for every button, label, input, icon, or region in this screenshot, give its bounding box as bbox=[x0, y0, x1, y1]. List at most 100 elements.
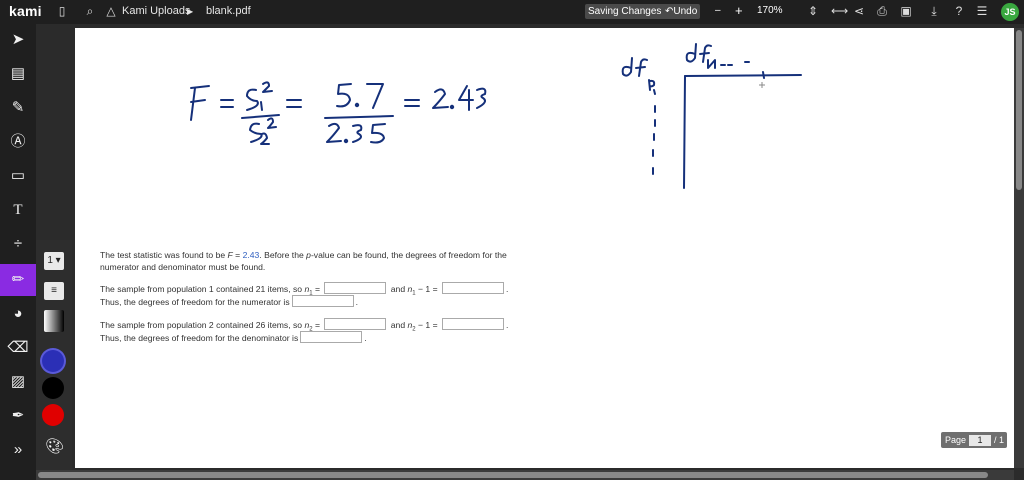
q-text: . bbox=[506, 284, 509, 294]
ink-5b bbox=[370, 123, 386, 144]
q-text: − 1 = bbox=[415, 320, 441, 330]
q-text: and bbox=[388, 320, 408, 330]
ink-df-n bbox=[685, 43, 697, 63]
tool-sidebar: ➤ ▤ ✎ Ⓐ ▭ T ÷ ✏ ◕ ⌫ ▨ ✒ » bbox=[0, 24, 36, 480]
ink-2b bbox=[432, 88, 449, 109]
n2-input[interactable] bbox=[324, 318, 387, 330]
collapse-icon[interactable]: » bbox=[0, 434, 36, 466]
search-icon[interactable]: ⌕ bbox=[83, 4, 97, 18]
share-icon[interactable]: ⋖ bbox=[852, 4, 866, 18]
df-denominator-input[interactable] bbox=[300, 331, 363, 343]
palette-icon[interactable]: 🎨︎ bbox=[45, 438, 64, 456]
horizontal-scroll-thumb[interactable] bbox=[38, 472, 988, 478]
ink-3 bbox=[352, 124, 363, 143]
q-text: = bbox=[312, 284, 323, 294]
ink-eq3 bbox=[404, 99, 420, 107]
ink-4 bbox=[458, 85, 474, 111]
color-swatch-black[interactable] bbox=[42, 377, 64, 399]
breadcrumb-folder[interactable]: Kami Uploads bbox=[122, 5, 190, 17]
n1-minus-1-input[interactable] bbox=[442, 282, 505, 294]
select-tool-icon[interactable]: ➤ bbox=[0, 24, 36, 56]
color-swatch-red[interactable] bbox=[42, 404, 64, 426]
zoom-out-button[interactable]: – bbox=[715, 5, 721, 16]
undo-button[interactable]: ↶Undo bbox=[662, 4, 701, 19]
comment-icon[interactable]: ▭ bbox=[0, 160, 36, 192]
ink-fraction-bar-2 bbox=[324, 115, 394, 119]
question-line-2: numerator and denominator must be found. bbox=[100, 262, 266, 272]
kami-logo: kami bbox=[9, 3, 42, 19]
fit-width-icon[interactable]: ⟷ bbox=[831, 4, 848, 18]
print-icon[interactable]: ⎙ bbox=[875, 4, 889, 18]
question-line-1: The test statistic was found to be F = 2… bbox=[100, 250, 507, 262]
page-number-input[interactable]: 1 bbox=[969, 435, 992, 446]
ink-s2 bbox=[249, 122, 263, 143]
saving-status: Saving Changes... bbox=[585, 4, 673, 19]
question-line-4: Thus, the degrees of freedom for the num… bbox=[100, 295, 358, 309]
help-icon[interactable]: ? bbox=[952, 4, 966, 18]
drive-icon: △ bbox=[106, 4, 116, 18]
q-text: = bbox=[312, 320, 323, 330]
ink-2 bbox=[326, 122, 342, 143]
horizontal-scrollbar[interactable] bbox=[36, 470, 1014, 480]
n2-minus-1-input[interactable] bbox=[442, 318, 505, 330]
shapes-icon[interactable]: ◕ bbox=[0, 298, 36, 330]
vertical-scrollbar[interactable] bbox=[1014, 28, 1024, 468]
n1-input[interactable] bbox=[324, 282, 387, 294]
breadcrumb-file[interactable]: blank.pdf bbox=[206, 5, 251, 17]
zoom-in-button[interactable]: + bbox=[735, 3, 743, 18]
document-page[interactable]: The test statistic was found to be F = 2… bbox=[75, 28, 1014, 468]
question-line-6: Thus, the degrees of freedom for the den… bbox=[100, 331, 367, 345]
download-icon[interactable]: ⤓ bbox=[927, 4, 941, 18]
stroke-size-select[interactable]: 1 ▾ bbox=[44, 252, 64, 270]
q-text: . Before the bbox=[259, 250, 307, 260]
sidebar-toggle-icon[interactable]: ▯ bbox=[55, 4, 69, 18]
line-style-icon[interactable]: ≡ bbox=[44, 282, 64, 300]
ink-F bbox=[190, 85, 210, 121]
q-text: . bbox=[364, 333, 367, 343]
add-media-icon[interactable]: ▨ bbox=[0, 366, 36, 398]
ink-dots bbox=[652, 105, 656, 175]
q-text: -value can be found, the degrees of free… bbox=[310, 250, 507, 260]
signature-icon[interactable]: ✒ bbox=[0, 400, 36, 432]
vertical-scroll-thumb[interactable] bbox=[1016, 30, 1022, 190]
ink-s1 bbox=[246, 88, 259, 111]
top-toolbar: kami ▯ ⌕ △ Kami Uploads ▶ blank.pdf Savi… bbox=[0, 0, 1024, 24]
menu-icon[interactable]: ☰ bbox=[975, 4, 989, 18]
ink-7 bbox=[366, 83, 384, 109]
q-text: The sample from population 2 contained 2… bbox=[100, 320, 305, 330]
ink-3b bbox=[476, 87, 487, 109]
ink-axis-horizontal bbox=[684, 74, 802, 77]
q-text: Thus, the degrees of freedom for the num… bbox=[100, 297, 290, 307]
draw-tool-icon[interactable]: ✏ bbox=[0, 264, 36, 296]
page-nav-icon[interactable]: ⇕ bbox=[806, 4, 820, 18]
chevron-right-icon: ▶ bbox=[187, 7, 194, 16]
q-text: . bbox=[355, 297, 359, 307]
eraser-icon[interactable]: ⌫ bbox=[0, 332, 36, 364]
markup-icon[interactable]: Ⓐ bbox=[0, 126, 36, 158]
q-text: and bbox=[388, 284, 408, 294]
opacity-icon[interactable] bbox=[44, 310, 64, 332]
text-tool-icon[interactable]: T bbox=[0, 194, 36, 226]
highlight-icon[interactable]: ✎ bbox=[0, 92, 36, 124]
ink-df-d bbox=[621, 57, 633, 77]
color-swatch-blue[interactable] bbox=[42, 350, 64, 372]
book-icon[interactable]: ▤ bbox=[0, 58, 36, 90]
save-icon[interactable]: ▣ bbox=[899, 4, 913, 18]
q-text: The sample from population 1 contained 2… bbox=[100, 284, 305, 294]
q-text: The test statistic was found to be bbox=[100, 250, 228, 260]
q-text: Thus, the degrees of freedom for the den… bbox=[100, 333, 299, 343]
undo-label: Undo bbox=[673, 6, 698, 17]
equation-icon[interactable]: ÷ bbox=[0, 228, 36, 260]
page-indicator: Page 1/ 1 bbox=[941, 432, 1007, 448]
ink-5 bbox=[336, 83, 352, 108]
avatar[interactable]: JS bbox=[1001, 3, 1019, 21]
ink-eq2 bbox=[286, 99, 302, 108]
df-numerator-input[interactable] bbox=[291, 295, 354, 307]
q-value-F: 2.43 bbox=[242, 250, 260, 260]
ink-eq1 bbox=[220, 99, 234, 108]
page-total: / 1 bbox=[994, 435, 1005, 445]
ink-fraction-bar-1 bbox=[241, 114, 280, 119]
ink-axis-vertical bbox=[683, 75, 686, 189]
q-text: − 1 = bbox=[415, 284, 441, 294]
zoom-level[interactable]: 170% bbox=[757, 5, 783, 16]
